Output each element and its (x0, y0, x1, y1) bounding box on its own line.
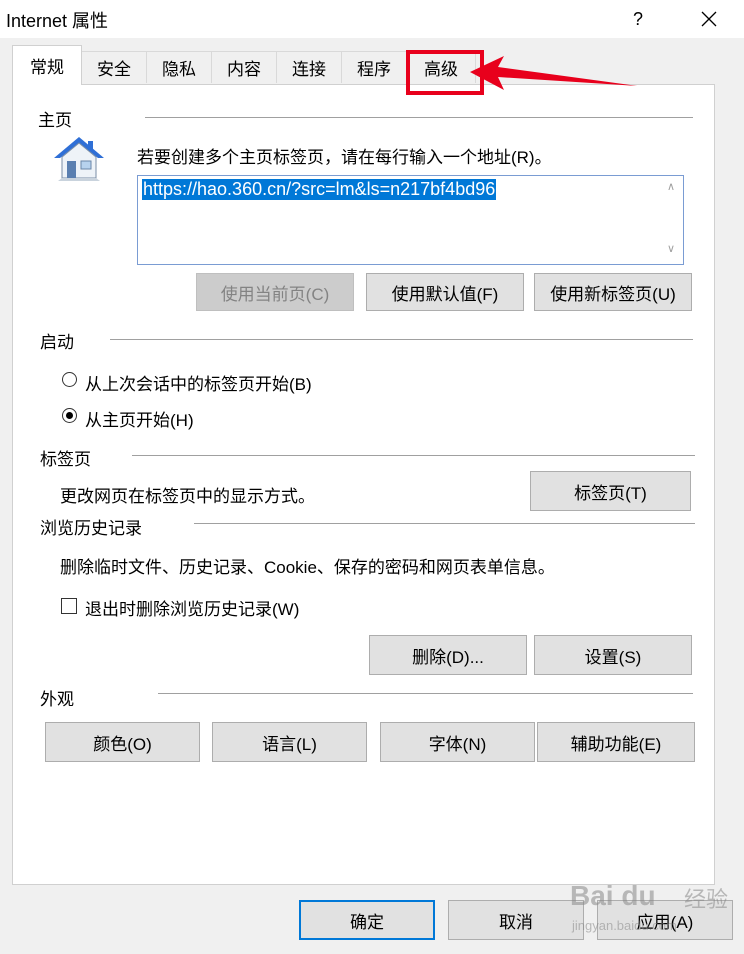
tab-general[interactable]: 常规 (12, 45, 82, 85)
use-current-button[interactable]: 使用当前页(C) (196, 273, 354, 311)
textarea-scrollbar[interactable]: ∧ ∨ (663, 176, 683, 264)
ok-button[interactable]: 确定 (299, 900, 435, 940)
tab-connections[interactable]: 连接 (276, 51, 342, 83)
tab-privacy[interactable]: 隐私 (146, 51, 212, 83)
tab-content[interactable]: 内容 (211, 51, 277, 83)
history-description: 删除临时文件、历史记录、Cookie、保存的密码和网页表单信息。 (60, 558, 555, 577)
startup-home-radio[interactable] (62, 408, 77, 423)
home-url-textarea[interactable]: https://hao.360.cn/?src=lm&ls=n217bf4bd9… (137, 175, 684, 265)
home-instruction-text: 若要创建多个主页标签页，请在每行输入一个地址(R)。 (137, 148, 552, 167)
fonts-button[interactable]: 字体(N) (380, 722, 535, 762)
languages-button[interactable]: 语言(L) (212, 722, 367, 762)
cancel-button[interactable]: 取消 (448, 900, 584, 940)
home-url-value[interactable]: https://hao.360.cn/?src=lm&ls=n217bf4bd9… (142, 179, 497, 200)
help-button[interactable]: ? (620, 4, 656, 34)
delete-on-exit-label[interactable]: 退出时删除浏览历史记录(W) (85, 595, 299, 620)
delete-history-button[interactable]: 删除(D)... (369, 635, 527, 675)
tabs-settings-button[interactable]: 标签页(T) (530, 471, 691, 511)
appearance-section-label: 外观 (40, 690, 74, 709)
use-default-button[interactable]: 使用默认值(F) (366, 273, 524, 311)
history-settings-button[interactable]: 设置(S) (534, 635, 692, 675)
startup-section-divider (110, 339, 693, 340)
close-button[interactable] (688, 4, 730, 34)
window-title: Internet 属性 (6, 11, 109, 31)
tabs-section-label: 标签页 (40, 450, 91, 469)
title-bar: Internet 属性 ? (0, 0, 744, 38)
watermark-suffix: 经验 (684, 887, 729, 912)
startup-section-label: 启动 (40, 333, 74, 352)
colors-button[interactable]: 颜色(O) (45, 722, 200, 762)
baidu-watermark: Bai du 经验 jingyan.baidu.com (570, 870, 740, 940)
chevron-up-icon[interactable]: ∧ (667, 182, 675, 193)
history-section-divider (194, 523, 695, 524)
accessibility-button[interactable]: 辅助功能(E) (537, 722, 695, 762)
close-icon (701, 11, 717, 27)
watermark-logo: Bai du (570, 880, 656, 911)
tabs-section-divider (132, 455, 695, 456)
delete-on-exit-checkbox[interactable] (61, 598, 77, 614)
home-section-divider (145, 117, 693, 118)
home-house-icon (54, 137, 104, 181)
annotation-arrow-icon (470, 56, 638, 90)
appearance-section-divider (158, 693, 693, 694)
startup-home-label[interactable]: 从主页开始(H) (85, 406, 194, 431)
tabs-description: 更改网页在标签页中的显示方式。 (60, 487, 315, 506)
watermark-url: jingyan.baidu.com (572, 918, 677, 933)
startup-last-session-label[interactable]: 从上次会话中的标签页开始(B) (85, 370, 312, 395)
tab-security[interactable]: 安全 (81, 51, 147, 83)
use-new-tab-button[interactable]: 使用新标签页(U) (534, 273, 692, 311)
home-section-label: 主页 (38, 111, 72, 130)
chevron-down-icon[interactable]: ∨ (667, 244, 675, 255)
startup-last-session-radio[interactable] (62, 372, 77, 387)
tab-programs[interactable]: 程序 (341, 51, 407, 83)
history-section-label: 浏览历史记录 (40, 519, 142, 538)
